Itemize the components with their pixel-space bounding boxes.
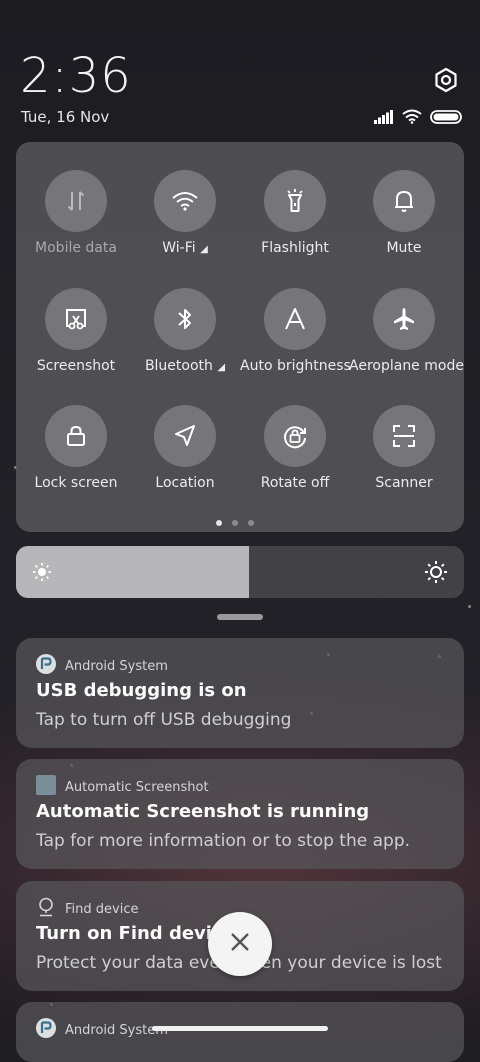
aeroplane-icon [373,288,435,350]
tile-wifi[interactable]: Wi-Fi ◢ [130,170,240,256]
notification-usb-debugging[interactable]: Android System USB debugging is on Tap t… [16,638,464,748]
tile-label: Location [155,475,215,491]
expand-triangle-icon: ◢ [217,362,226,373]
flashlight-icon [264,170,326,232]
wifi-status-icon [402,109,422,128]
brightness-slider[interactable] [16,546,464,598]
android-system-icon [36,1018,56,1042]
notification-text: Tap to turn off USB debugging [36,710,292,730]
bell-icon [373,170,435,232]
quick-settings-panel: Mobile data Wi-Fi ◢ Flashlight Mute Scre… [16,142,464,532]
tile-flashlight[interactable]: Flashlight [240,170,350,256]
tile-mobile-data[interactable]: Mobile data [21,170,131,256]
scanner-icon [373,405,435,467]
tile-scanner[interactable]: Scanner [349,405,459,491]
tile-label: Scanner [375,475,433,491]
tile-label: Bluetooth [144,358,213,374]
screenshot-icon [45,288,107,350]
tile-auto-brightness[interactable]: Auto brightness [240,288,351,374]
clock: 2:36 [20,48,132,104]
page-dot [216,520,222,526]
expand-triangle-icon: ◢ [200,244,208,255]
status-icons [374,108,462,128]
bluetooth-icon [154,288,216,350]
tile-label: Screenshot [36,358,116,374]
rotate-icon [264,405,326,467]
tile-label: Flashlight [261,240,329,256]
tile-location[interactable]: Location [130,405,240,491]
date: Tue, 16 Nov [21,108,110,126]
wifi-icon [154,170,216,232]
tile-label: Lock screen [34,475,118,491]
page-indicator [216,520,254,526]
tile-screenshot[interactable]: Screenshot [21,288,131,374]
tile-aeroplane-mode[interactable]: Aeroplane mode [349,288,464,374]
clear-all-button[interactable] [208,912,272,976]
notification-app-name: Automatic Screenshot [65,779,209,795]
tile-label: Aeroplane mode [349,358,464,374]
tile-lock-screen[interactable]: Lock screen [21,405,131,491]
location-icon [154,405,216,467]
home-indicator[interactable] [152,1026,328,1031]
brightness-high-icon [424,560,448,588]
notification-title: Turn on Find device [36,923,235,944]
find-device-icon [36,897,56,921]
android-system-icon [36,654,56,678]
drag-handle[interactable] [217,614,263,620]
tile-label: Mute [386,240,422,256]
notification-title: Automatic Screenshot is running [36,801,370,822]
notification-app-name: Android System [65,658,168,674]
notification-android-system[interactable]: Android System [16,1002,464,1062]
tile-label: Auto brightness [240,358,351,374]
lock-icon [45,405,107,467]
tile-label: Mobile data [35,240,117,256]
notification-title: USB debugging is on [36,680,247,701]
tile-rotate-off[interactable]: Rotate off [240,405,350,491]
signal-icon [374,109,394,128]
tile-mute[interactable]: Mute [349,170,459,256]
battery-icon [430,109,462,128]
close-icon [229,931,251,957]
brightness-low-icon [32,562,52,586]
tile-label: Wi-Fi [162,240,196,256]
page-dot [248,520,254,526]
notification-automatic-screenshot[interactable]: Automatic Screenshot Automatic Screensho… [16,759,464,869]
auto-brightness-icon [264,288,326,350]
mobile-data-icon [45,170,107,232]
notification-text: Tap for more information or to stop the … [36,831,411,851]
notification-app-name: Find device [65,901,139,917]
automatic-screenshot-app-icon [36,775,56,799]
tile-bluetooth[interactable]: Bluetooth ◢ [130,288,240,374]
tile-label: Rotate off [260,475,330,491]
settings-icon[interactable] [432,66,460,94]
page-dot [232,520,238,526]
